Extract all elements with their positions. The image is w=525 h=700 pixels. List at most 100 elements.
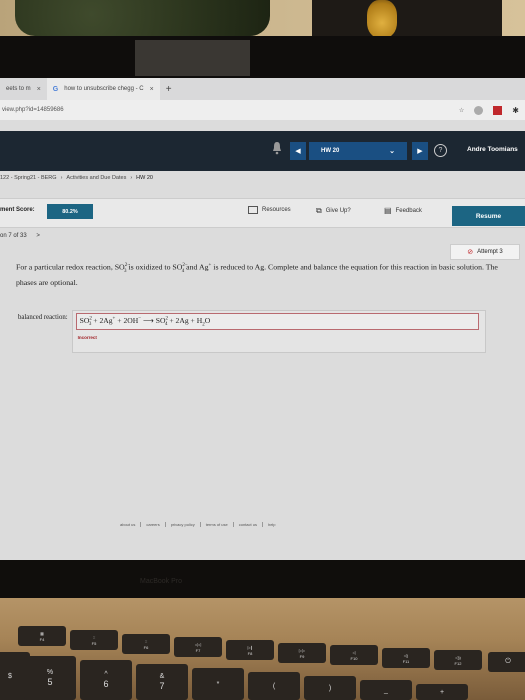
extension-icon[interactable] — [474, 105, 484, 115]
resume-button[interactable]: Resume — [452, 206, 525, 226]
new-tab-button[interactable]: + — [166, 84, 172, 95]
assignment-select[interactable]: HW 20 ⌄ — [309, 142, 407, 160]
key-f4[interactable]: ▦ F4 — [18, 626, 66, 646]
volume-down-icon: ◁) — [403, 652, 409, 658]
breadcrumb-course[interactable]: 122 - Spring21 - BERG — [0, 175, 57, 181]
key-label: F7 — [195, 647, 201, 653]
help-icon[interactable]: ? — [434, 144, 447, 157]
footer-link-terms[interactable]: terms of use — [201, 522, 234, 527]
breadcrumb-separator: › — [130, 175, 133, 181]
key-f6[interactable]: ⁙ F6 — [122, 634, 170, 654]
key-6[interactable]: ^ 6 — [80, 660, 132, 700]
bookmark-star-icon[interactable]: ☆ — [459, 107, 464, 114]
resources-button[interactable]: Resources — [248, 206, 291, 214]
resources-label: Resources — [262, 207, 291, 213]
address-bar[interactable]: view.php?id=14859686 ☆ ✱ — [0, 100, 525, 120]
next-question-icon[interactable]: > — [36, 233, 40, 239]
footer-link-help[interactable]: help — [263, 522, 281, 527]
browser-tab-active[interactable]: G how to unsubscribe chegg - C × — [46, 78, 160, 100]
key-5[interactable]: % 5 — [24, 656, 76, 700]
browser-tab[interactable]: eets to m × — [0, 78, 47, 100]
footer-links: about us careers privacy policy terms of… — [115, 522, 281, 527]
key-label: F12 — [454, 660, 462, 666]
key-8[interactable]: * — [192, 668, 244, 700]
give-up-button[interactable]: ⧉ Give Up? — [316, 206, 351, 216]
give-up-icon: ⧉ — [316, 206, 322, 215]
key-f5[interactable]: ⁙ F5 — [70, 630, 118, 650]
play-pause-icon: ▷∥ — [247, 644, 253, 650]
key-label: F10 — [350, 655, 358, 661]
key-f12[interactable]: ◁)) F12 — [434, 650, 482, 670]
key-9[interactable]: ( — [248, 672, 300, 700]
key-equals[interactable]: + — [416, 684, 468, 700]
pdf-extension-icon[interactable] — [493, 105, 503, 115]
key-label: F9 — [299, 653, 305, 659]
equation-input[interactable]: SO23 + 2Ag+ + 2OH− ⟶ SO24 + 2Ag + H2O — [75, 313, 479, 330]
key-shift-label: + — [439, 688, 445, 696]
background-plant — [15, 0, 270, 36]
eq-term: SO — [155, 315, 166, 325]
app-header: ◀ HW 20 ⌄ ▶ ? Andre Toomians — [0, 131, 525, 171]
next-assignment-button[interactable]: ▶ — [412, 142, 428, 160]
breadcrumb-current: HW 20 — [136, 175, 153, 181]
attempt-label: Attempt 3 — [477, 249, 503, 255]
keyboard-light-up-icon: ⁙ — [144, 638, 148, 644]
prohibited-icon: ⊘ — [467, 249, 474, 256]
key-label: F6 — [143, 644, 149, 650]
key-label: F4 — [39, 636, 45, 642]
reaction-arrow: ⟶ — [141, 315, 156, 325]
key-f9[interactable]: ▷▷ F9 — [278, 643, 326, 663]
key-f8[interactable]: ▷∥ F8 — [226, 640, 274, 660]
eq-term: O — [204, 315, 211, 325]
key-0[interactable]: ) — [304, 676, 356, 700]
eq-term: + 2OH — [115, 315, 139, 325]
rewind-icon: ◁◁ — [194, 641, 202, 647]
background-knob — [367, 0, 397, 38]
footer-link-contact[interactable]: contact us — [234, 522, 263, 527]
close-tab-icon[interactable]: × — [37, 86, 41, 93]
extensions-puzzle-icon[interactable]: ✱ — [512, 106, 519, 115]
device-brand: MacBook Pro — [140, 578, 183, 585]
keyboard-light-down-icon: ⁙ — [92, 634, 96, 640]
assignment-toolbar: ment Score: 80.2% Resources ⧉ Give Up? ▤… — [0, 198, 525, 228]
feedback-label: Feedback — [395, 207, 422, 214]
browser-tab-bar: eets to m × G how to unsubscribe chegg -… — [0, 78, 525, 100]
url-text[interactable]: view.php?id=14859686 — [2, 107, 64, 113]
power-icon: ⏻ — [505, 658, 511, 665]
key-shift-label: % — [46, 669, 54, 676]
feedback-button[interactable]: ▤ Feedback — [384, 206, 422, 215]
bell-icon[interactable] — [272, 141, 282, 155]
key-minus[interactable]: _ — [360, 680, 412, 700]
breadcrumb-activities[interactable]: Activities and Due Dates — [66, 175, 126, 181]
key-shift-label: & — [159, 673, 165, 680]
key-7[interactable]: & 7 — [136, 664, 188, 700]
webcam-cover — [135, 40, 250, 76]
feedback-icon: ▤ — [384, 206, 392, 215]
mute-icon: ◁ — [352, 649, 356, 655]
key-power[interactable]: ⏻ — [488, 652, 525, 672]
question-text-part: and Ag — [184, 262, 209, 272]
answer-container: SO23 + 2Ag+ + 2OH− ⟶ SO24 + 2Ag + H2O In… — [71, 310, 486, 353]
score-value: 80.2% — [47, 204, 93, 219]
footer-link-careers[interactable]: careers — [141, 522, 166, 527]
equation-value: SO23 + 2Ag+ + 2OH− ⟶ SO24 + 2Ag + H2O — [80, 316, 211, 328]
close-tab-icon[interactable]: × — [150, 86, 154, 93]
arrow-right-icon: ▶ — [417, 148, 423, 155]
google-favicon-icon: G — [52, 85, 59, 93]
key-f7[interactable]: ◁◁ F7 — [174, 637, 222, 657]
user-name[interactable]: Andre Toomians — [467, 146, 518, 153]
key-shift-label: ) — [328, 684, 332, 692]
key-f10[interactable]: ◁ F10 — [330, 645, 378, 665]
fast-forward-icon: ▷▷ — [298, 647, 306, 653]
key-shift-label: ^ — [104, 671, 108, 678]
key-label: F11 — [402, 658, 410, 664]
key-shift-label: * — [216, 680, 220, 688]
question-text: For a particular redox reaction, SO2−3 i… — [16, 260, 506, 288]
key-f11[interactable]: ◁) F11 — [382, 648, 430, 668]
key-main-label: 5 — [47, 677, 53, 687]
answer-label: balanced reaction: — [18, 314, 68, 321]
footer-link-privacy[interactable]: privacy policy — [166, 522, 201, 527]
key-shift-label: $ — [8, 672, 12, 680]
footer-link-about[interactable]: about us — [115, 522, 142, 527]
previous-assignment-button[interactable]: ◀ — [290, 142, 306, 160]
